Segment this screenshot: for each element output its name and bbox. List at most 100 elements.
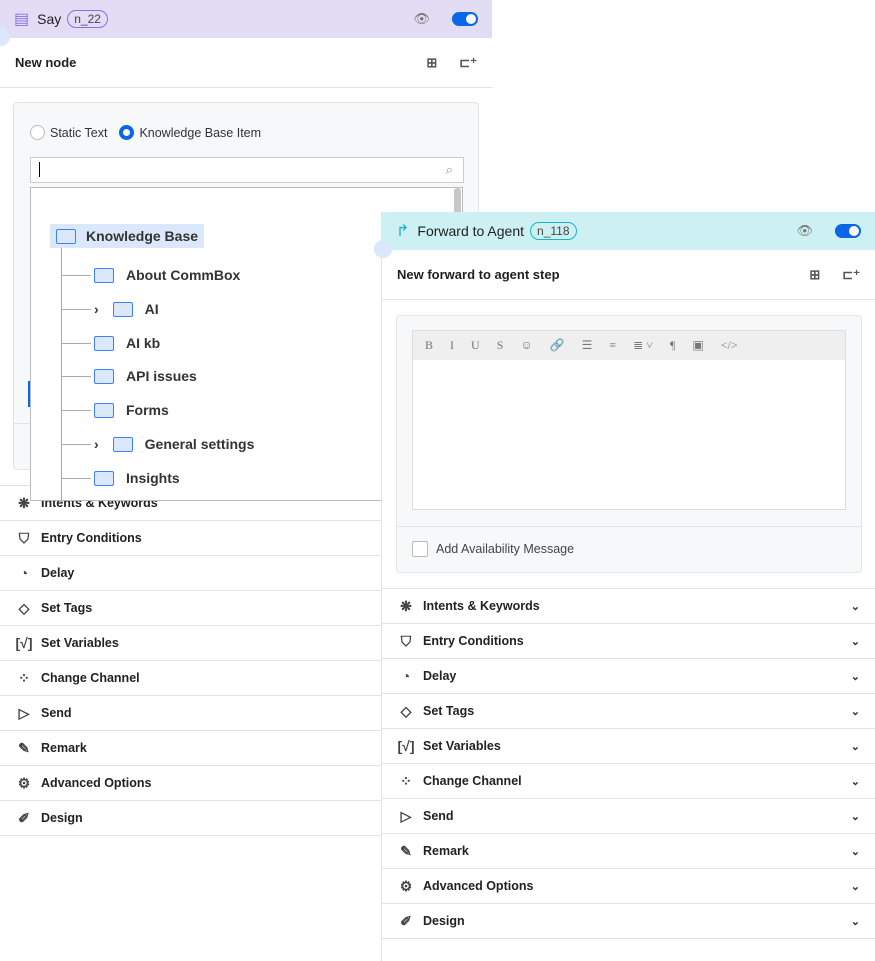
node-type-title: Forward to Agent <box>417 223 525 239</box>
add-box-icon[interactable]: ⊏⁺ <box>842 267 860 283</box>
section-set-tags[interactable]: ◇ Set Tags ⌄ <box>382 694 875 729</box>
remark-icon: ✎ <box>400 842 412 859</box>
editor-toolbar: B I U S ☺ 🔗 ☰ ≡ ≣ ˅ ¶ ▣ </> <box>413 331 845 360</box>
folder-icon <box>94 267 114 283</box>
section-delay[interactable]: ◔ Delay ⌄ <box>382 659 875 694</box>
availability-checkbox[interactable]: Add Availability Message <box>412 541 574 557</box>
forward-header: ↱ Forward to Agent n_118 👁 <box>374 212 875 258</box>
toolbar-button[interactable]: ≡ <box>609 338 616 353</box>
folder-icon <box>94 470 114 486</box>
brain-icon: ❋ <box>400 597 412 614</box>
section-remark[interactable]: ✎ Remark ⌄ <box>382 834 875 869</box>
content-type-radios: Static Text Knowledge Base Item <box>30 125 273 140</box>
remark-icon: ✎ <box>18 739 30 756</box>
toolbar-button[interactable]: S <box>497 338 504 353</box>
chevron-down-icon[interactable]: ⌄ <box>851 810 860 823</box>
chevron-right-icon: › <box>94 436 99 452</box>
tag-icon: ◇ <box>400 702 412 719</box>
kb-search-input[interactable]: ⌕ <box>30 157 464 183</box>
tree-item[interactable]: › General settings <box>94 434 254 454</box>
radio-static-text[interactable]: Static Text <box>30 125 107 140</box>
send-icon: ▷ <box>18 704 30 721</box>
toolbar-button[interactable]: B <box>425 338 433 353</box>
rich-text-editor[interactable]: B I U S ☺ 🔗 ☰ ≡ ≣ ˅ ¶ ▣ </> <box>412 330 846 510</box>
add-file-icon[interactable]: ⊞ <box>426 55 437 71</box>
gear-icon: ⚙ <box>399 877 413 894</box>
filter-icon: ⛉ <box>400 632 412 649</box>
tree-root-knowledge-base[interactable]: Knowledge Base <box>50 224 205 248</box>
radio-knowledge-base[interactable]: Knowledge Base Item <box>119 125 261 140</box>
add-box-icon[interactable]: ⊏⁺ <box>459 55 477 71</box>
design-icon: ✐ <box>400 912 412 929</box>
tree-item[interactable]: AI kb <box>94 333 160 353</box>
chevron-down-icon[interactable]: ⌄ <box>851 915 860 928</box>
message-card: B I U S ☺ 🔗 ☰ ≡ ≣ ˅ ¶ ▣ </> Add Availability Messag… <box>396 315 862 573</box>
node-title-row: New node ⊞ ⊏⁺ <box>0 38 492 88</box>
chevron-right-icon: › <box>94 301 99 317</box>
chevron-down-icon[interactable]: ⌄ <box>851 600 860 613</box>
forward-sections: ❋ Intents & Keywords ⌄ ⛉ Entry Conditions ⌄ ◔ D… <box>382 588 875 939</box>
section-entry-conditions[interactable]: ⛉ Entry Conditions ⌄ <box>382 624 875 659</box>
toolbar-button[interactable]: U <box>471 338 480 353</box>
tree-item[interactable]: › AI <box>94 299 159 319</box>
toolbar-button[interactable]: 🔗 <box>550 338 565 353</box>
toolbar-button[interactable]: ▣ <box>692 338 703 353</box>
folder-icon <box>94 335 114 351</box>
tree-item[interactable]: API issues <box>94 366 197 386</box>
filter-icon: ⛉ <box>18 529 30 546</box>
node-id-badge: n_22 <box>67 10 108 28</box>
chevron-down-icon[interactable]: ⌄ <box>851 705 860 718</box>
eye-icon[interactable]: 👁 <box>413 11 430 27</box>
node-name[interactable]: New node <box>15 55 76 70</box>
section-advanced-options[interactable]: ⚙ Advanced Options ⌄ <box>382 869 875 904</box>
chevron-down-icon[interactable]: ⌄ <box>851 740 860 753</box>
folder-icon <box>112 301 133 317</box>
toolbar-button[interactable]: ¶ <box>670 338 675 353</box>
design-icon: ✐ <box>18 809 30 826</box>
gear-icon: ⚙ <box>17 774 31 791</box>
forward-arrow-icon: ↱ <box>396 223 410 240</box>
tree-item[interactable]: About CommBox <box>94 265 240 285</box>
chevron-down-icon[interactable]: ⌄ <box>851 845 860 858</box>
grid-icon: ⁘ <box>18 669 30 686</box>
grid-icon: ⁘ <box>400 772 412 789</box>
search-icon: ⌕ <box>445 162 453 177</box>
enable-toggle[interactable] <box>835 224 861 238</box>
folder-icon <box>94 402 114 418</box>
chevron-down-icon[interactable]: ⌄ <box>851 670 860 683</box>
chevron-down-icon[interactable]: ⌄ <box>851 880 860 893</box>
eye-icon[interactable]: 👁 <box>796 223 813 239</box>
section-send[interactable]: ▷ Send ⌄ <box>382 799 875 834</box>
connector-dot[interactable] <box>374 240 392 258</box>
variable-icon: [√] <box>15 635 33 651</box>
variable-icon: [√] <box>397 738 415 754</box>
chevron-down-icon[interactable]: ⌄ <box>851 635 860 648</box>
tree-item[interactable]: Forms <box>94 400 169 420</box>
section-intents-keywords[interactable]: ❋ Intents & Keywords ⌄ <box>382 589 875 624</box>
node-name[interactable]: New forward to agent step <box>397 267 560 282</box>
section-set-variables[interactable]: [√] Set Variables ⌄ <box>382 729 875 764</box>
node-id-badge: n_118 <box>530 222 577 240</box>
chevron-down-icon[interactable]: ⌄ <box>851 775 860 788</box>
clock-icon: ◔ <box>401 668 411 684</box>
add-file-icon[interactable]: ⊞ <box>809 267 820 283</box>
folder-open-icon <box>56 228 76 244</box>
chat-icon: ▤ <box>14 11 30 28</box>
clock-icon: ◔ <box>19 565 29 581</box>
toolbar-button[interactable]: ☺ <box>520 338 532 353</box>
folder-icon <box>94 368 114 384</box>
section-design[interactable]: ✐ Design ⌄ <box>382 904 875 939</box>
tree-item[interactable]: Insights <box>94 468 180 488</box>
say-header: ▤ Say n_22 👁 <box>0 0 492 46</box>
toolbar-button[interactable]: I <box>450 338 454 353</box>
forward-node-panel: ↱ Forward to Agent n_118 👁 New forward t… <box>374 212 875 961</box>
toolbar-button[interactable]: ☰ <box>582 338 593 353</box>
tag-icon: ◇ <box>18 599 30 616</box>
node-title-row: New forward to agent step ⊞ ⊏⁺ <box>382 250 875 300</box>
section-change-channel[interactable]: ⁘ Change Channel ⌄ <box>382 764 875 799</box>
node-type-title: Say <box>37 11 62 27</box>
toolbar-button[interactable]: </> <box>721 338 738 353</box>
enable-toggle[interactable] <box>452 12 478 26</box>
toolbar-button[interactable]: ≣ ˅ <box>633 338 653 353</box>
folder-icon <box>112 436 133 452</box>
